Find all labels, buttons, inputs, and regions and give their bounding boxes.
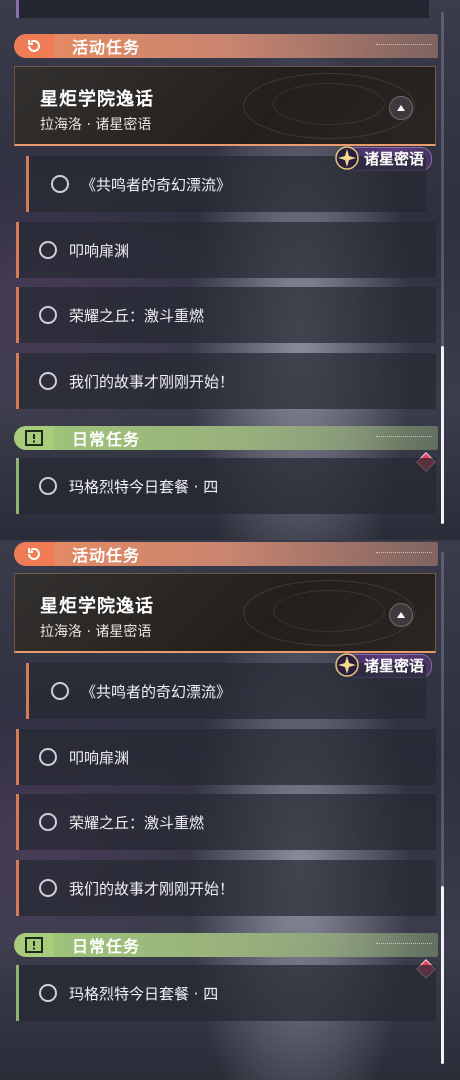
activity-quests-header[interactable]: 活动任务 [14,34,438,58]
quest-panel-2: 活动任务 星炬学院逸话 拉海洛 · 诸星密语 诸星密语 《共鸣者的奇幻漂流》 叩… [0,540,460,1080]
quest-label: 《共鸣者的奇幻漂流》 [81,175,232,194]
event-quest-card[interactable]: 星炬学院逸话 拉海洛 · 诸星密语 [14,573,436,653]
exclamation-icon [14,426,54,450]
quest-item[interactable]: 叩响扉渊 [16,729,436,785]
quest-label: 我们的故事才刚刚开始！ [69,372,235,391]
quest-item[interactable]: 我们的故事才刚刚开始！ [16,353,436,409]
quest-status-circle-icon [51,682,69,700]
daily-quests-title: 日常任务 [72,937,141,956]
activity-quests-title: 活动任务 [72,38,141,57]
star-emblem-icon [334,652,360,678]
quest-label: 叩响扉渊 [69,748,130,767]
quest-status-circle-icon [51,175,69,193]
quest-label: 玛格烈特今日套餐 · 四 [69,984,219,1003]
quest-status-circle-icon [39,984,57,1002]
quest-label: 我们的故事才刚刚开始！ [69,879,235,898]
quest-item[interactable]: 荣耀之丘：激斗重燃 [16,287,436,343]
quest-label: 荣耀之丘：激斗重燃 [69,306,205,325]
quest-status-circle-icon [39,879,57,897]
quest-status-circle-icon [39,372,57,390]
event-quest-card[interactable]: 星炬学院逸话 拉海洛 · 诸星密语 [14,66,436,146]
daily-quests-header[interactable]: 日常任务 [14,933,438,957]
daily-quests-header[interactable]: 日常任务 [14,426,438,450]
daily-quest-item[interactable]: 玛格烈特今日套餐 · 四 [16,965,436,1021]
event-badge: 诸星密语 [334,652,432,678]
quest-item[interactable]: 叩响扉渊 [16,222,436,278]
daily-quests-title: 日常任务 [72,430,141,449]
activity-refresh-icon [14,542,54,566]
activity-quests-title: 活动任务 [72,546,141,565]
event-badge-label: 诸星密语 [364,656,425,675]
event-title: 星炬学院逸话 [40,596,154,617]
exclamation-icon [14,933,54,957]
quest-item[interactable]: 荣耀之丘：激斗重燃 [16,794,436,850]
quest-label: 荣耀之丘：激斗重燃 [69,813,205,832]
quest-status-circle-icon [39,748,57,766]
quest-label: 《共鸣者的奇幻漂流》 [81,682,232,701]
event-badge-label: 诸星密语 [364,149,425,168]
event-title: 星炬学院逸话 [40,89,154,110]
quest-label: 叩响扉渊 [69,241,130,260]
previous-quest-strip[interactable] [16,0,429,18]
star-emblem-icon [334,145,360,171]
scrollbar-thumb[interactable] [441,346,444,524]
collapse-up-icon[interactable] [389,603,413,627]
scrollbar-thumb[interactable] [441,886,444,1064]
collapse-up-icon[interactable] [389,96,413,120]
event-subtitle: 拉海洛 · 诸星密语 [40,624,152,640]
activity-quests-header[interactable]: 活动任务 [14,542,438,566]
quest-status-circle-icon [39,477,57,495]
activity-refresh-icon [14,34,54,58]
quest-panel-1: 活动任务 星炬学院逸话 拉海洛 · 诸星密语 诸星密语 《共鸣者的奇幻漂流》 叩… [0,0,460,540]
event-badge: 诸星密语 [334,145,432,171]
quest-item[interactable]: 我们的故事才刚刚开始！ [16,860,436,916]
event-subtitle: 拉海洛 · 诸星密语 [40,117,152,133]
quest-label: 玛格烈特今日套餐 · 四 [69,477,219,496]
quest-status-circle-icon [39,813,57,831]
quest-status-circle-icon [39,306,57,324]
daily-quest-item[interactable]: 玛格烈特今日套餐 · 四 [16,458,436,514]
quest-status-circle-icon [39,241,57,259]
